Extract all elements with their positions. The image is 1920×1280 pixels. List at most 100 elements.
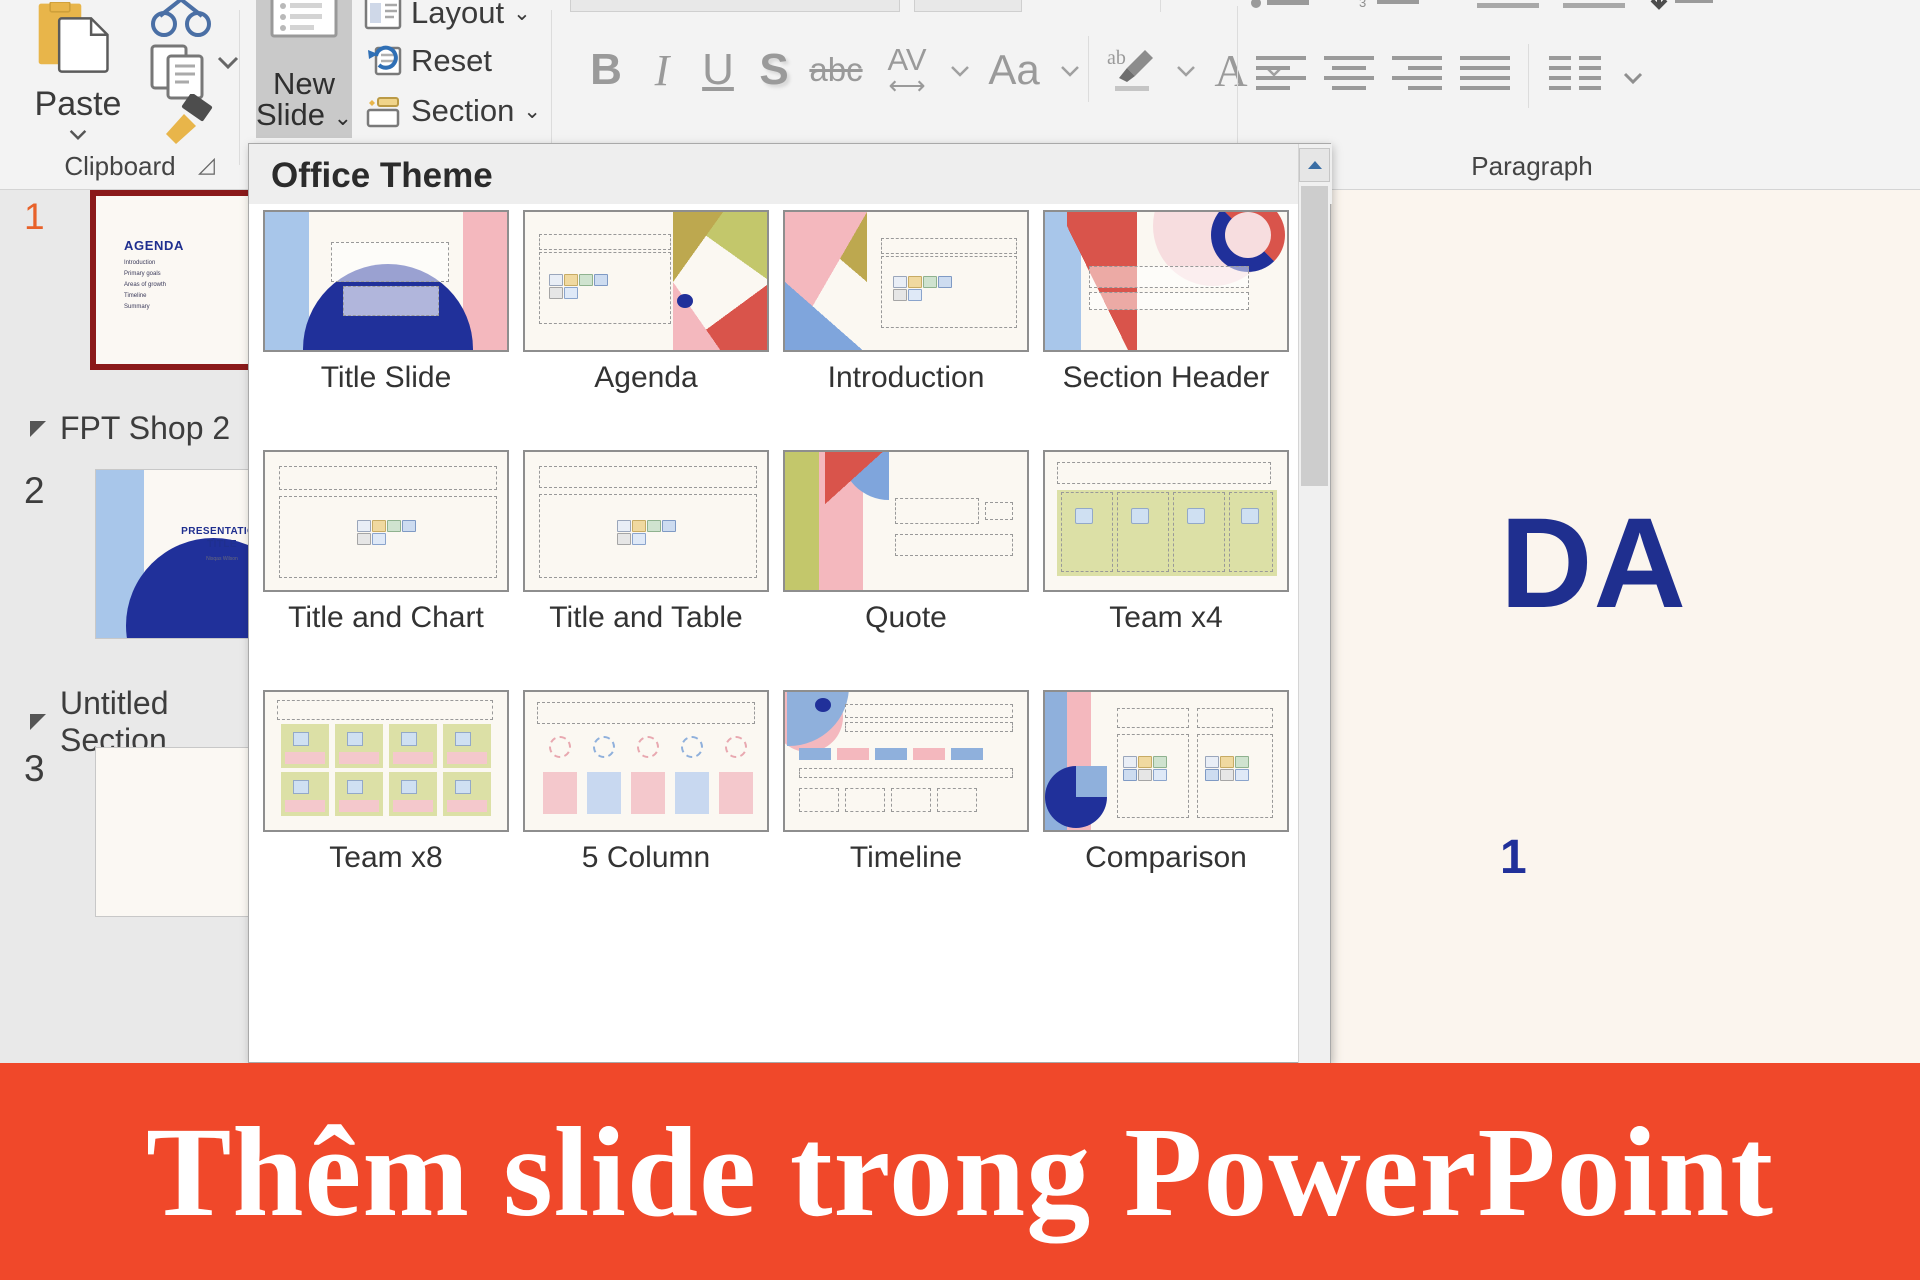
section-label: Section <box>411 93 515 128</box>
align-center-button[interactable] <box>1318 48 1380 104</box>
decrease-indent-icon <box>1477 3 1539 8</box>
layout-thumb-section-header <box>1043 210 1289 352</box>
paste-label: Paste <box>34 84 122 123</box>
bold-button[interactable]: B <box>578 40 634 100</box>
increase-indent-icon <box>1563 3 1625 8</box>
decrease-font-size-label: A <box>1100 0 1124 5</box>
layout-label-comparison: Comparison <box>1085 841 1247 874</box>
character-spacing-button[interactable]: AV ⟷ <box>874 36 940 100</box>
text-highlight-chevron-icon[interactable] <box>1172 62 1200 80</box>
increase-font-size-label: A <box>1041 0 1070 9</box>
cut-button[interactable] <box>148 0 214 45</box>
slide-bullet-marker: 1 <box>1500 831 1527 884</box>
layout-label-title-and-table: Title and Table <box>549 601 743 634</box>
gallery-layout-grid: Title Slide Agenda Introduction Section … <box>249 204 1300 1064</box>
layout-option-timeline[interactable]: Timeline <box>783 690 1029 875</box>
clipboard-dialog-launcher-icon[interactable]: ◿ <box>198 152 224 178</box>
ribbon-group-paragraph: 1 2 3 <box>1232 0 1920 190</box>
layout-option-title-slide[interactable]: Title Slide <box>263 210 509 395</box>
bullets-button[interactable] <box>1246 0 1316 14</box>
layout-thumb-quote <box>783 450 1029 592</box>
layout-option-section-header[interactable]: Section Header <box>1043 210 1289 395</box>
columns-chevron-icon[interactable] <box>1618 68 1648 88</box>
new-slide-label-line2: Slide <box>256 97 325 132</box>
align-right-button[interactable] <box>1386 48 1448 104</box>
line-spacing-button[interactable] <box>1642 0 1718 14</box>
change-case-chevron-icon[interactable] <box>1056 62 1084 80</box>
font-size-input[interactable]: 6 <box>914 0 1022 12</box>
layout-option-title-and-chart[interactable]: Title and Chart <box>263 450 509 635</box>
justify-icon <box>1460 56 1510 90</box>
align-center-icon <box>1324 56 1374 90</box>
slide-number-1: 1 <box>24 196 45 237</box>
section-button[interactable]: Section ⌄ <box>364 88 541 134</box>
section-collapse-triangle-icon-2[interactable] <box>30 714 46 730</box>
section-header-fpt-shop-2[interactable]: FPT Shop 2 <box>30 410 230 447</box>
layout-option-introduction[interactable]: Introduction <box>783 210 1029 395</box>
scroll-up-button[interactable] <box>1299 148 1330 182</box>
columns-button[interactable] <box>1542 48 1610 104</box>
layout-option-title-and-table[interactable]: Title and Table <box>523 450 769 635</box>
layout-thumb-5-column <box>523 690 769 832</box>
paragraph-group-label: Paragraph <box>1471 151 1593 181</box>
decrease-indent-button[interactable] <box>1470 0 1546 14</box>
slide-title-text[interactable]: DA <box>1500 490 1687 637</box>
strikethrough-button[interactable]: abc <box>804 40 868 100</box>
increase-indent-button[interactable] <box>1556 0 1632 14</box>
slide-1-title: AGENDA <box>124 238 184 253</box>
increase-font-size-button[interactable]: A ▲ <box>1038 0 1094 12</box>
layout-option-5-column[interactable]: 5 Column <box>523 690 769 875</box>
bullet-list-icon <box>1251 0 1309 8</box>
text-shadow-button[interactable]: S <box>746 40 802 100</box>
numbering-button[interactable]: 1 2 3 <box>1356 0 1426 14</box>
numbering-chevron-icon[interactable] <box>1430 0 1460 2</box>
ribbon-group-clipboard: Paste Clipboard ◿ <box>0 0 240 190</box>
layout-option-team-x4[interactable]: Team x4 <box>1043 450 1289 635</box>
new-slide-icon <box>270 0 338 38</box>
paste-button[interactable]: Paste <box>18 2 138 142</box>
align-right-icon <box>1392 56 1442 90</box>
decrease-font-size-button[interactable]: A ▼ <box>1094 0 1150 12</box>
slide-1-bullet-2: Areas of growth <box>124 282 167 289</box>
slide-number-2: 2 <box>24 470 45 511</box>
layout-label-timeline: Timeline <box>849 841 963 874</box>
layout-option-team-x8[interactable]: Team x8 <box>263 690 509 875</box>
scrollbar-thumb[interactable] <box>1301 186 1328 486</box>
layout-thumb-team-x8 <box>263 690 509 832</box>
character-spacing-chevron-icon[interactable] <box>946 62 974 80</box>
slide-layout-gallery-dropdown[interactable]: Office Theme Title Slide Agenda Introduc… <box>248 143 1332 1064</box>
section-collapse-triangle-icon[interactable] <box>30 420 46 437</box>
format-painter-button[interactable] <box>150 92 216 155</box>
section-name-0: FPT Shop 2 <box>60 410 231 446</box>
layout-icon <box>364 0 402 30</box>
reset-button[interactable]: Reset <box>364 38 492 84</box>
gallery-scrollbar[interactable] <box>1298 144 1330 1064</box>
font-name-input[interactable] <box>570 0 900 12</box>
layout-label-team-x8: Team x8 <box>329 841 443 874</box>
layout-label-title-slide: Title Slide <box>320 361 452 394</box>
justify-button[interactable] <box>1454 48 1516 104</box>
text-highlight-button[interactable]: ab <box>1100 38 1166 100</box>
clear-formatting-icon: A <box>1175 0 1223 7</box>
underline-button[interactable]: U <box>690 40 746 100</box>
clear-formatting-button[interactable]: A <box>1170 0 1228 12</box>
layout-thumb-timeline <box>783 690 1029 832</box>
new-slide-button[interactable]: New Slide ⌄ <box>256 0 352 138</box>
layout-thumb-introduction <box>783 210 1029 352</box>
layout-button[interactable]: Layout ⌄ <box>364 0 531 36</box>
align-left-icon <box>1256 56 1306 90</box>
change-case-button[interactable]: Aa <box>976 40 1052 100</box>
new-slide-chevron-icon[interactable]: ⌄ <box>334 105 352 130</box>
layout-thumb-agenda <box>523 210 769 352</box>
layout-thumb-title-slide <box>263 210 509 352</box>
bullets-chevron-icon[interactable] <box>1320 0 1350 2</box>
reset-icon <box>368 45 402 76</box>
section-chevron-icon[interactable]: ⌄ <box>523 99 541 124</box>
layout-option-comparison[interactable]: Comparison <box>1043 690 1289 875</box>
layout-option-quote[interactable]: Quote <box>783 450 1029 635</box>
chevron-down-icon[interactable] <box>61 126 95 142</box>
align-left-button[interactable] <box>1250 48 1312 104</box>
layout-option-agenda[interactable]: Agenda <box>523 210 769 395</box>
layout-chevron-icon[interactable]: ⌄ <box>513 1 531 26</box>
italic-button[interactable]: I <box>634 40 690 100</box>
